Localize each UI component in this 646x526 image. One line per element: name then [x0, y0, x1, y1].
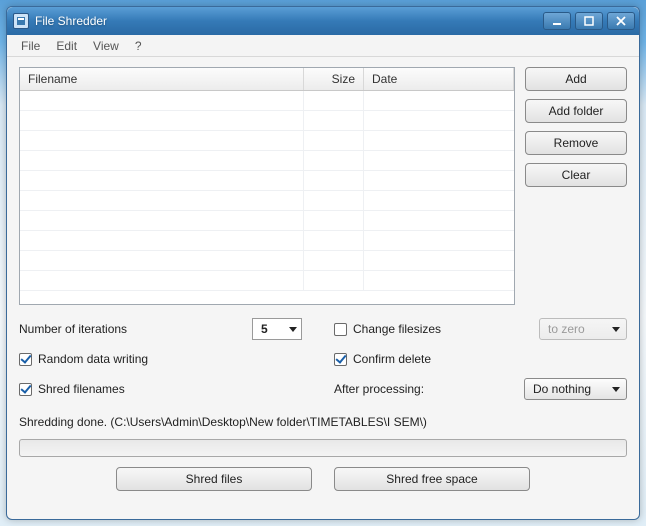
iterations-value: 5 [261, 322, 268, 336]
menubar: File Edit View ? [7, 35, 639, 57]
random-data-checkbox[interactable] [19, 353, 32, 366]
iterations-input[interactable]: 5 [252, 318, 302, 340]
column-header-size[interactable]: Size [304, 68, 364, 90]
after-processing-select[interactable]: Do nothing [524, 378, 627, 400]
menu-help[interactable]: ? [127, 37, 150, 55]
chevron-down-icon [289, 327, 297, 332]
shred-filenames-checkbox[interactable] [19, 383, 32, 396]
column-header-filename[interactable]: Filename [20, 68, 304, 90]
status-text: Shredding done. (C:\Users\Admin\Desktop\… [19, 415, 627, 429]
close-button[interactable] [607, 12, 635, 30]
change-filesizes-checkbox[interactable] [334, 323, 347, 336]
file-list-body [20, 91, 514, 304]
shred-filenames-label: Shred filenames [38, 382, 125, 396]
chevron-down-icon [612, 327, 620, 332]
filesize-mode-select: to zero [539, 318, 627, 340]
remove-button[interactable]: Remove [525, 131, 627, 155]
filesize-mode-value: to zero [548, 322, 585, 336]
add-folder-button[interactable]: Add folder [525, 99, 627, 123]
clear-button[interactable]: Clear [525, 163, 627, 187]
file-list[interactable]: Filename Size Date [19, 67, 515, 305]
confirm-delete-checkbox[interactable] [334, 353, 347, 366]
change-filesizes-label: Change filesizes [353, 322, 441, 336]
titlebar: File Shredder [7, 7, 639, 35]
window-title: File Shredder [35, 14, 543, 28]
chevron-down-icon [612, 387, 620, 392]
after-processing-label: After processing: [334, 379, 524, 399]
column-header-date[interactable]: Date [364, 68, 514, 90]
maximize-button[interactable] [575, 12, 603, 30]
menu-edit[interactable]: Edit [48, 37, 85, 55]
menu-view[interactable]: View [85, 37, 127, 55]
shred-free-space-button[interactable]: Shred free space [334, 467, 530, 491]
menu-file[interactable]: File [13, 37, 48, 55]
progress-bar [19, 439, 627, 457]
confirm-delete-label: Confirm delete [353, 352, 431, 366]
minimize-button[interactable] [543, 12, 571, 30]
random-data-label: Random data writing [38, 352, 148, 366]
after-processing-value: Do nothing [533, 382, 591, 396]
add-button[interactable]: Add [525, 67, 627, 91]
shred-files-button[interactable]: Shred files [116, 467, 312, 491]
app-icon [13, 13, 29, 29]
iterations-label: Number of iterations [19, 319, 252, 339]
